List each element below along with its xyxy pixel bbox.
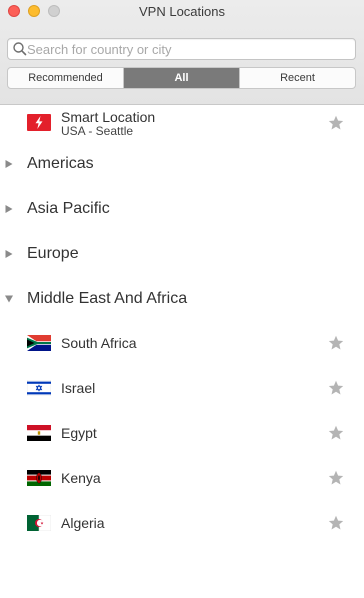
country-row-south-africa[interactable]: South Africa (0, 328, 364, 358)
vpn-locations-window: VPN Locations Recommended All Recent Sma… (0, 0, 364, 598)
window-title: VPN Locations (139, 4, 225, 19)
disclosure-right-icon (5, 160, 13, 168)
country-row-algeria[interactable]: Algeria (0, 508, 364, 538)
region-label: Europe (27, 245, 79, 262)
region-label: Middle East And Africa (27, 290, 188, 307)
search-input[interactable] (27, 41, 347, 57)
search-field[interactable] (7, 38, 356, 60)
kenya-flag-icon (27, 470, 51, 486)
region-label: Americas (27, 155, 94, 172)
country-row-kenya[interactable]: Kenya (0, 463, 364, 493)
smart-location-row[interactable]: Smart Location USA - Seattle (0, 106, 364, 142)
smart-location-subtitle: USA - Seattle (61, 124, 134, 138)
south-africa-flag-icon (27, 335, 51, 351)
disclosure-right-icon (5, 205, 13, 213)
tab-recent[interactable]: Recent (240, 68, 355, 88)
region-asia-pacific[interactable]: Asia Pacific (0, 194, 364, 224)
region-label: Asia Pacific (27, 200, 110, 217)
disclosure-right-icon (5, 250, 13, 258)
israel-flag-icon (27, 380, 51, 396)
country-name: Israel (61, 380, 96, 396)
search-icon (13, 42, 27, 56)
lightning-bolt-icon (27, 114, 51, 131)
smart-location-name: Smart Location (61, 109, 156, 125)
country-name: Kenya (61, 470, 101, 486)
country-name: Egypt (61, 425, 97, 441)
region-americas[interactable]: Americas (0, 149, 364, 179)
star-icon[interactable] (328, 470, 344, 486)
star-icon[interactable] (328, 115, 344, 131)
region-middle-east-and-africa[interactable]: Middle East And Africa (0, 284, 364, 314)
tab-all[interactable]: All (124, 68, 240, 88)
country-row-israel[interactable]: Israel (0, 373, 364, 403)
title-bar: VPN Locations Recommended All Recent (0, 0, 364, 105)
star-icon[interactable] (328, 335, 344, 351)
country-name: South Africa (61, 335, 137, 351)
disclosure-down-icon (5, 295, 13, 303)
star-icon[interactable] (328, 380, 344, 396)
star-icon[interactable] (328, 515, 344, 531)
country-row-egypt[interactable]: Egypt (0, 418, 364, 448)
star-icon[interactable] (328, 425, 344, 441)
egypt-flag-icon (27, 425, 51, 441)
country-name: Algeria (61, 515, 105, 531)
algeria-flag-icon (27, 515, 51, 531)
region-europe[interactable]: Europe (0, 239, 364, 269)
tab-recommended[interactable]: Recommended (8, 68, 124, 88)
location-tabs: Recommended All Recent (7, 67, 356, 89)
